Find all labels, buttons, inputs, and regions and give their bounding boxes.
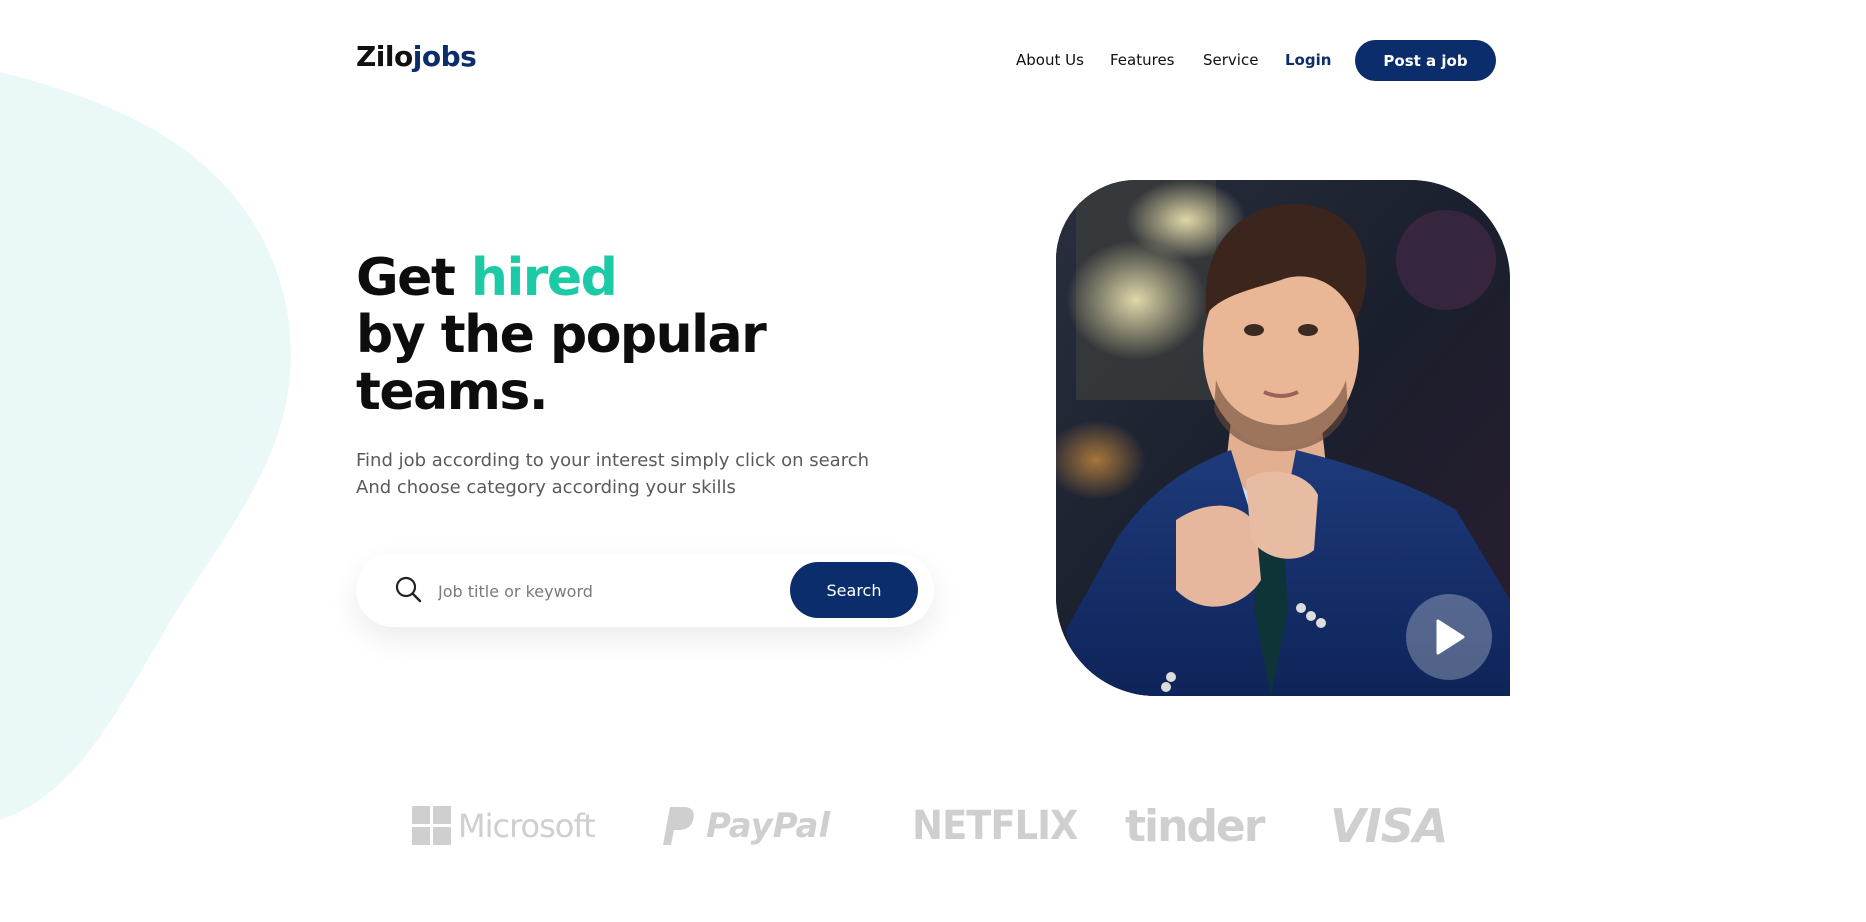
nav-item-features[interactable]: Features [1110,51,1175,69]
partner-name: NETFLIX [912,803,1078,849]
hero-headline: Get hired by the popular teams. [356,248,767,422]
paypal-logo-icon [663,807,694,845]
nav-item-about-us[interactable]: About Us [1016,51,1084,69]
logo-text-primary: Zilo [356,40,413,73]
partner-logo-paypal: PayPal [662,800,830,852]
headline-line-2: by the popular [356,305,767,365]
post-job-button[interactable]: Post a job [1355,40,1496,81]
headline-line-3: teams. [356,362,549,422]
hero-subtitle: Find job according to your interest simp… [356,447,869,501]
partner-name: PayPal [706,806,831,846]
background-blob [0,72,291,820]
job-search-bar: Search [356,553,934,627]
hero-photo [1056,180,1510,696]
subtitle-line-1: Find job according to your interest simp… [356,450,870,471]
site-logo[interactable]: Zilojobs [356,40,477,73]
login-link[interactable]: Login [1285,51,1331,69]
partner-logos: Microsoft PayPal NETFLIX tinder VISA [0,799,1866,853]
partner-logo-visa: VISA [1330,799,1448,853]
play-video-button[interactable] [1406,594,1492,680]
partner-logo-netflix: NETFLIX [905,800,1085,852]
logo-text-accent: jobs [412,40,477,73]
nav-item-service[interactable]: Service [1203,51,1258,69]
partner-name: tinder [1125,800,1265,852]
partner-logo-tinder: tinder [1125,800,1265,852]
search-icon [395,576,422,603]
search-input[interactable] [436,573,780,609]
microsoft-logo-icon [412,806,451,845]
partner-logo-microsoft: Microsoft [412,800,596,852]
headline-accent: hired [470,248,618,308]
search-button[interactable]: Search [790,562,918,618]
subtitle-line-2: And choose category according your skill… [356,477,736,498]
partner-name: Microsoft [458,807,596,845]
headline-prefix: Get [356,248,471,308]
play-icon [1436,619,1465,655]
partner-name: VISA [1330,799,1448,853]
